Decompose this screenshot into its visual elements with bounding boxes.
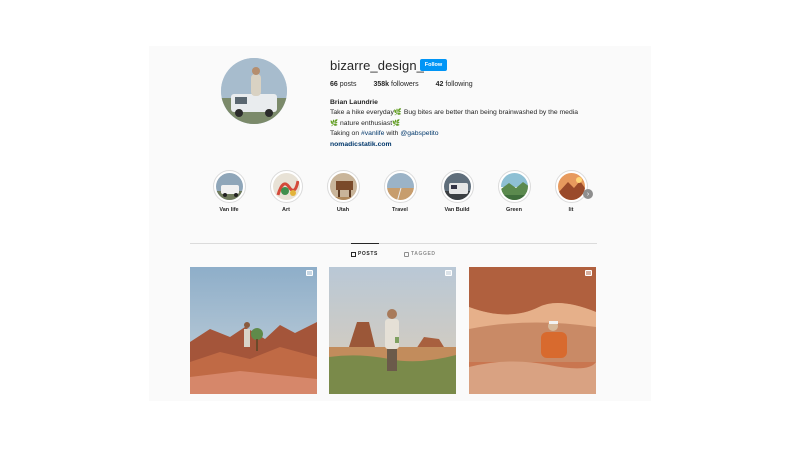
posts-stat: 66 posts <box>330 81 357 88</box>
multiple-posts-icon <box>306 270 313 276</box>
post-thumbnail[interactable] <box>469 267 596 394</box>
follow-button[interactable]: Follow <box>420 59 447 71</box>
following-stat[interactable]: 42 following <box>436 81 473 88</box>
highlight-label: Utah <box>336 207 350 213</box>
leaf-icon: 🌿 <box>392 119 401 127</box>
leaf-icon: 🌿 <box>330 119 339 127</box>
hashtag-link[interactable]: #vanlife <box>361 130 384 137</box>
username: bizarre_design_ <box>330 58 425 73</box>
followers-stat[interactable]: 358k followers <box>373 81 418 88</box>
bio-line-1: Take a hike everyday🌿 Bug bites are bett… <box>330 109 579 117</box>
profile-stats: 66 posts 358k followers 42 following <box>330 81 473 88</box>
mention-link[interactable]: @gabspetito <box>400 130 438 137</box>
website-link[interactable]: nomadicstatik.com <box>330 140 630 150</box>
profile-avatar[interactable] <box>221 58 287 124</box>
profile-panel: bizarre_design_ Follow 66 posts 358k fol… <box>149 46 651 401</box>
highlight-label: Art <box>282 207 290 213</box>
tabs-divider <box>190 243 597 244</box>
highlight-label: lit <box>568 207 574 213</box>
highlight-travel[interactable]: Travel <box>380 170 420 213</box>
active-tab-indicator <box>351 243 379 244</box>
tab-tagged[interactable]: TAGGED <box>404 251 436 257</box>
bio-line-2: 🌿 nature enthusiast🌿 <box>330 119 401 127</box>
post-thumbnail[interactable] <box>329 267 456 394</box>
profile-bio: Brian Laundrie Take a hike everyday🌿 Bug… <box>330 98 630 150</box>
leaf-icon: 🌿 <box>393 109 402 117</box>
highlight-green[interactable]: Green <box>494 170 534 213</box>
highlight-label: Van Build <box>444 207 470 213</box>
highlight-van-build[interactable]: Van Build <box>437 170 477 213</box>
multiple-posts-icon <box>585 270 592 276</box>
grid-icon <box>351 251 356 257</box>
story-highlights: Van life Art Utah Travel Van Build Green… <box>207 170 607 220</box>
highlight-label: Green <box>506 207 522 213</box>
bio-line-3: Taking on #vanlife with @gabspetito <box>330 130 439 138</box>
highlight-utah[interactable]: Utah <box>323 170 363 213</box>
highlight-label: Van life <box>219 207 239 213</box>
chevron-right-icon[interactable]: › <box>583 189 593 199</box>
highlight-van-life[interactable]: Van life <box>209 170 249 213</box>
tag-icon <box>404 251 409 257</box>
post-thumbnail[interactable] <box>190 267 317 394</box>
tab-posts[interactable]: POSTS <box>351 251 378 257</box>
full-name: Brian Laundrie <box>330 99 378 106</box>
highlight-art[interactable]: Art <box>266 170 306 213</box>
highlight-label: Travel <box>392 207 408 213</box>
multiple-posts-icon <box>445 270 452 276</box>
